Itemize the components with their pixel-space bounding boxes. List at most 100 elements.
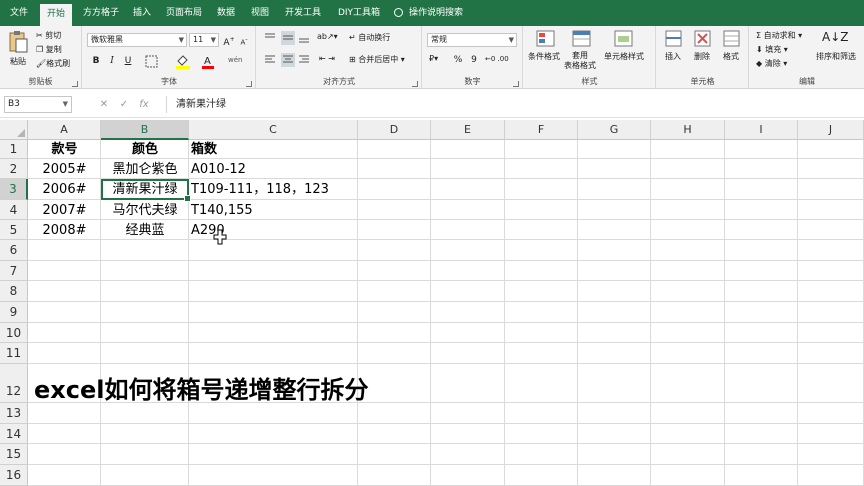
font-size-select[interactable]: 11 ▼	[189, 33, 219, 47]
sort-filter-icon[interactable]: A↓Z	[822, 30, 848, 44]
tell-me-search[interactable]: 操作说明搜索	[394, 0, 463, 26]
tab-insert[interactable]: 插入	[128, 0, 156, 26]
cell-A5[interactable]: 2008#	[28, 221, 101, 240]
merge-center-button[interactable]: ⊞ 合并后居中 ▾	[349, 54, 405, 65]
copy-button[interactable]: ❐ 复制	[36, 44, 62, 55]
orientation-icon[interactable]: ab↗▾	[317, 32, 338, 41]
cell-C4[interactable]: T140,155	[191, 201, 253, 220]
vertical-align-icons[interactable]	[263, 31, 313, 45]
row-header-1[interactable]: 1	[0, 140, 28, 159]
comma-button[interactable]: 9	[467, 53, 481, 67]
row-header-15[interactable]: 15	[0, 444, 28, 465]
column-header-C[interactable]: C	[189, 120, 358, 140]
row-header-5[interactable]: 5	[0, 220, 28, 240]
column-header-G[interactable]: G	[578, 120, 651, 140]
row-header-6[interactable]: 6	[0, 240, 28, 261]
row-header-13[interactable]: 13	[0, 403, 28, 424]
tab-view[interactable]: 视图	[246, 0, 274, 26]
insert-cells-icon[interactable]	[665, 30, 683, 48]
format-table-icon[interactable]	[572, 30, 592, 48]
cell-C3[interactable]: T109-111，118，123	[191, 180, 329, 200]
row-header-11[interactable]: 11	[0, 343, 28, 364]
phonetic-button[interactable]: wén	[228, 56, 242, 64]
format-table-button[interactable]: 套用 表格格式	[564, 51, 596, 71]
cut-button[interactable]: ✂ 剪切	[36, 30, 61, 41]
row-header-12[interactable]: 12	[0, 364, 28, 403]
tab-home[interactable]: 开始	[40, 4, 72, 26]
column-header-H[interactable]: H	[651, 120, 725, 140]
font-name-select[interactable]: 微软雅黑 ▼	[87, 33, 187, 47]
cell-B4[interactable]: 马尔代夫绿	[101, 201, 189, 220]
column-header-J[interactable]: J	[798, 120, 864, 140]
number-format-select[interactable]: 常规 ▼	[427, 33, 517, 47]
cell-styles-icon[interactable]	[614, 30, 634, 48]
insert-function-icon[interactable]: fx	[134, 96, 154, 113]
column-header-F[interactable]: F	[505, 120, 578, 140]
conditional-format-button[interactable]: 条件格式	[528, 51, 560, 62]
cell-B5[interactable]: 经典蓝	[101, 221, 189, 240]
enter-icon[interactable]: ✓	[114, 96, 134, 113]
select-all-button[interactable]	[0, 120, 28, 140]
font-color-icon[interactable]: A	[201, 54, 215, 69]
cell-styles-button[interactable]: 单元格样式	[604, 51, 644, 62]
autosum-button[interactable]: Σ 自动求和 ▾	[756, 30, 802, 41]
column-header-I[interactable]: I	[725, 120, 798, 140]
row-header-10[interactable]: 10	[0, 323, 28, 343]
cell-A4[interactable]: 2007#	[28, 201, 101, 220]
sort-filter-button[interactable]: 排序和筛选	[816, 51, 856, 62]
cell-A2[interactable]: 2005#	[28, 160, 101, 179]
tab-fangfang[interactable]: 方方格子	[78, 0, 124, 26]
formula-input[interactable]: 清新果汁绿	[176, 96, 226, 113]
alignment-launcher-icon[interactable]	[412, 81, 418, 87]
column-header-A[interactable]: A	[28, 120, 101, 140]
name-box[interactable]: B3 ▼	[4, 96, 72, 113]
decimal-icons[interactable]: ←0 .00	[485, 55, 509, 63]
number-launcher-icon[interactable]	[513, 81, 519, 87]
tab-page-layout[interactable]: 页面布局	[163, 0, 205, 26]
percent-button[interactable]: %	[451, 53, 465, 67]
wrap-text-button[interactable]: ↵ 自动换行	[349, 32, 390, 43]
font-shrink-button[interactable]: A-	[237, 33, 251, 47]
format-painter-button[interactable]: 🖌格式刷	[36, 58, 70, 69]
clear-button[interactable]: ◆ 清除 ▾	[756, 58, 787, 69]
row-header-16[interactable]: 16	[0, 465, 28, 486]
fill-color-icon[interactable]	[175, 54, 191, 69]
row-header-4[interactable]: 4	[0, 200, 28, 220]
cell-C1[interactable]: 箱数	[191, 141, 217, 159]
row-header-7[interactable]: 7	[0, 261, 28, 281]
conditional-format-icon[interactable]	[536, 30, 556, 48]
delete-cells-button[interactable]: 删除	[694, 51, 710, 62]
column-header-E[interactable]: E	[431, 120, 505, 140]
currency-icon[interactable]: ₽▾	[429, 54, 438, 63]
format-cells-icon[interactable]	[723, 30, 741, 48]
tab-data[interactable]: 数据	[212, 0, 240, 26]
bold-button[interactable]: B	[89, 54, 103, 68]
paste-icon[interactable]	[8, 30, 28, 54]
font-launcher-icon[interactable]	[246, 81, 252, 87]
indent-icons[interactable]: ⇤ ⇥	[319, 54, 335, 63]
cell-B3[interactable]: 清新果汁绿	[101, 180, 189, 200]
clipboard-launcher-icon[interactable]	[72, 81, 78, 87]
paste-button[interactable]: 粘贴	[10, 56, 26, 67]
fill-button[interactable]: ⬇ 填充 ▾	[756, 44, 788, 55]
cell-A3[interactable]: 2006#	[28, 180, 101, 200]
underline-button[interactable]: U	[121, 54, 135, 68]
row-header-2[interactable]: 2	[0, 159, 28, 179]
cancel-icon[interactable]: ✕	[94, 96, 114, 113]
italic-button[interactable]: I	[105, 54, 119, 68]
row-header-14[interactable]: 14	[0, 424, 28, 444]
horizontal-align-icons[interactable]	[263, 53, 313, 67]
cell-B2[interactable]: 黑加仑紫色	[101, 160, 189, 179]
font-grow-button[interactable]: A+	[222, 33, 236, 48]
cell-B1[interactable]: 颜色	[101, 141, 189, 159]
insert-cells-button[interactable]: 插入	[665, 51, 681, 62]
column-header-B[interactable]: B	[101, 120, 189, 140]
tab-file[interactable]: 文件	[4, 0, 34, 26]
delete-cells-icon[interactable]	[694, 30, 712, 48]
tab-developer[interactable]: 开发工具	[281, 0, 325, 26]
cell-A1[interactable]: 款号	[28, 141, 101, 159]
column-header-D[interactable]: D	[358, 120, 431, 140]
format-cells-button[interactable]: 格式	[723, 51, 739, 62]
row-header-3[interactable]: 3	[0, 179, 28, 200]
cell-C2[interactable]: A010-12	[191, 160, 246, 179]
